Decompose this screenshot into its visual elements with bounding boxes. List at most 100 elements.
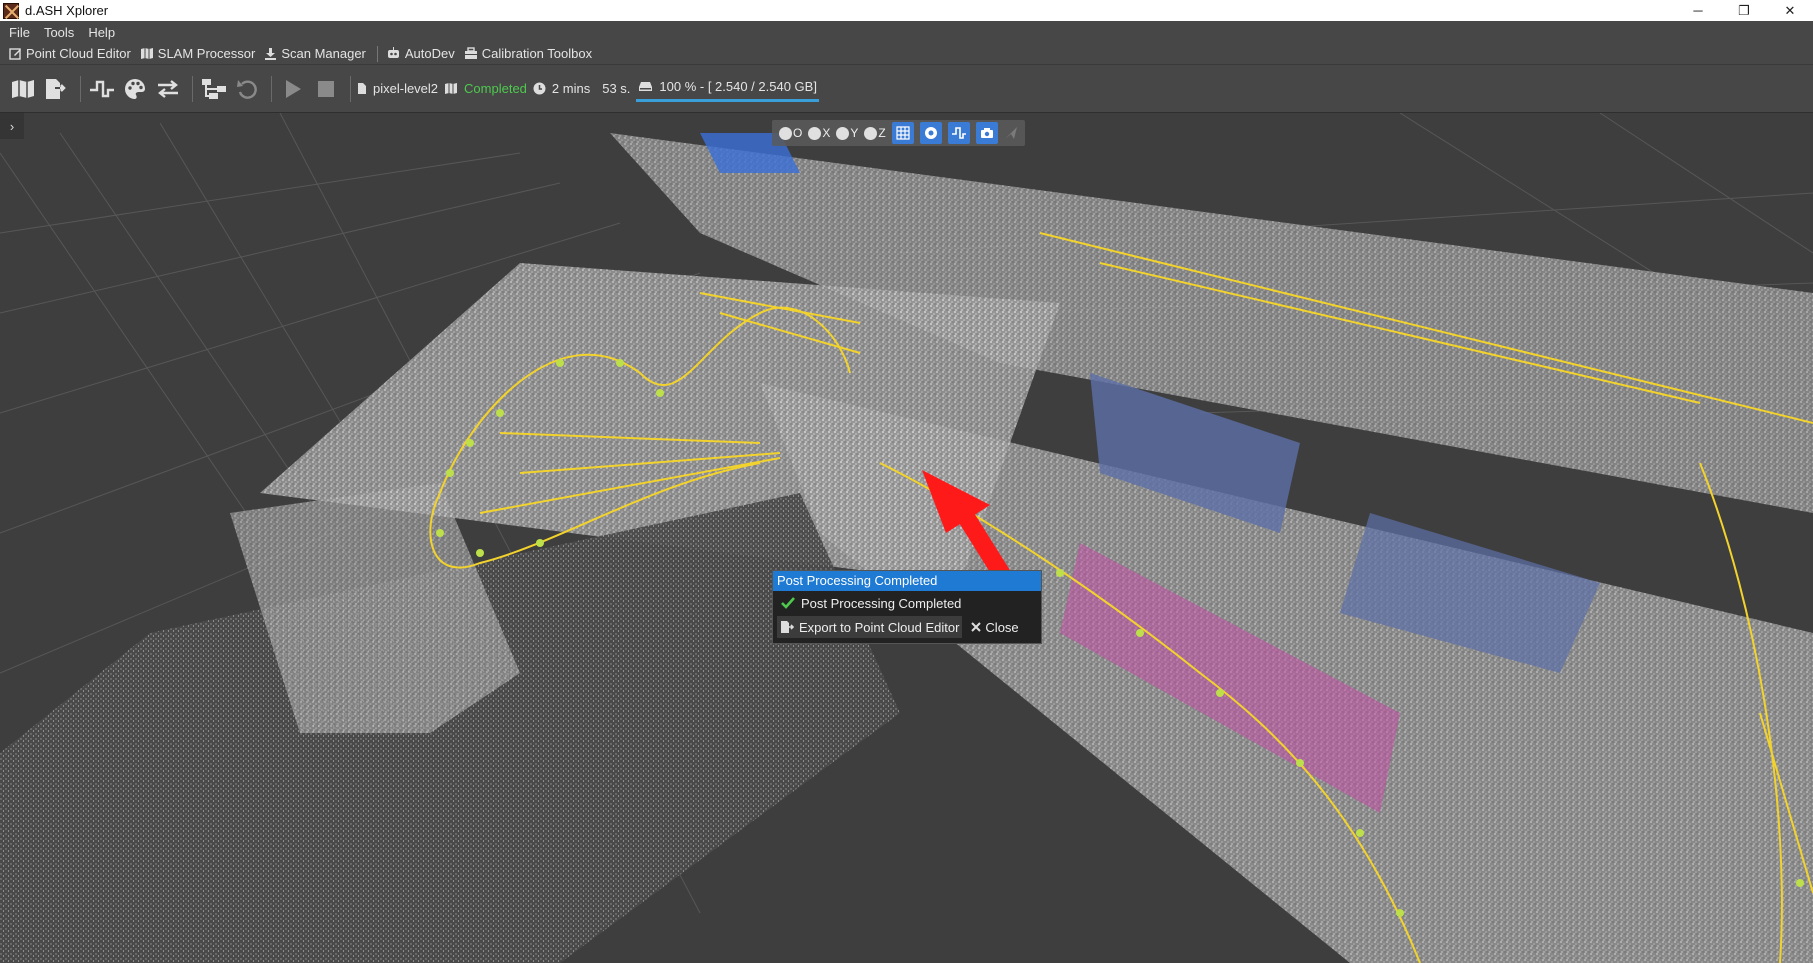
- x-axis-icon: [808, 126, 822, 140]
- hierarchy-button[interactable]: [199, 74, 229, 104]
- menu-file[interactable]: File: [9, 25, 30, 40]
- edit-icon: [9, 48, 21, 60]
- export-file-button[interactable]: [41, 74, 71, 104]
- memory-progress-fill: [636, 99, 819, 102]
- project-name-text: pixel-level2: [373, 81, 439, 96]
- 3d-viewport[interactable]: › O X Y Z Post Processing Completed Post…: [0, 113, 1813, 963]
- check-icon: [781, 597, 795, 609]
- minimize-button[interactable]: ─: [1675, 0, 1721, 21]
- restore-button[interactable]: ❐: [1721, 0, 1767, 21]
- close-window-button[interactable]: ✕: [1767, 0, 1813, 21]
- map-icon: [12, 79, 34, 98]
- camera-icon: [980, 128, 993, 138]
- toolbox-icon: [464, 47, 477, 59]
- palette-icon: [125, 78, 145, 99]
- close-button-label: Close: [985, 619, 1019, 635]
- module-separator: [376, 45, 378, 62]
- undo-button[interactable]: [232, 74, 262, 104]
- scan-manager-label: Scan Manager: [281, 46, 366, 61]
- toolbar-separator: [192, 75, 193, 102]
- target-icon: [924, 127, 937, 139]
- play-button[interactable]: [278, 74, 308, 104]
- view-x-button[interactable]: X: [808, 122, 830, 144]
- dialog-close-button[interactable]: Close: [968, 616, 1021, 638]
- window-controls: ─ ❐ ✕: [1675, 0, 1813, 21]
- dialog-title: Post Processing Completed: [773, 571, 1041, 591]
- memory-usage: 100 % - [ 2.540 / 2.540 GB]: [636, 79, 819, 102]
- send-icon: [1004, 127, 1017, 139]
- grid-toggle-button[interactable]: [891, 122, 914, 144]
- toolbar-separator: [271, 75, 272, 102]
- swap-button[interactable]: [153, 74, 183, 104]
- step-signal-icon: [951, 127, 966, 139]
- open-map-button[interactable]: [8, 74, 38, 104]
- step-signal-icon: [90, 80, 114, 97]
- measure-button[interactable]: [1004, 122, 1018, 144]
- storage-icon: [639, 82, 653, 91]
- app-logo-icon: [3, 2, 19, 19]
- play-icon: [286, 79, 301, 98]
- slam-processor-tab[interactable]: SLAM Processor: [140, 46, 256, 61]
- file-export-icon: [46, 78, 66, 99]
- view-z-label: Z: [878, 126, 886, 140]
- autodev-tab[interactable]: AutoDev: [386, 46, 455, 61]
- menu-tools[interactable]: Tools: [44, 25, 74, 40]
- status-text: Completed: [464, 81, 527, 96]
- scan-manager-tab[interactable]: Scan Manager: [264, 46, 366, 61]
- title-bar: d.ASH Xplorer ─ ❐ ✕: [0, 0, 1813, 21]
- point-toggle-button[interactable]: [919, 122, 942, 144]
- grid-icon: [896, 126, 910, 140]
- project-name: pixel-level2: [357, 81, 438, 96]
- toolbar-separator: [350, 75, 351, 102]
- slam-processor-label: SLAM Processor: [157, 46, 256, 61]
- autodev-label: AutoDev: [404, 46, 455, 61]
- view-x-label: X: [822, 126, 831, 140]
- point-cloud-editor-tab[interactable]: Point Cloud Editor: [9, 46, 131, 61]
- dialog-actions: Export to Point Cloud Editor Close: [773, 615, 1041, 639]
- side-panel-toggle[interactable]: ›: [0, 113, 24, 139]
- download-icon: [265, 48, 277, 60]
- color-palette-button[interactable]: [120, 74, 150, 104]
- dialog-message-text: Post Processing Completed: [801, 595, 962, 611]
- window-title: d.ASH Xplorer: [25, 3, 109, 18]
- point-cloud-walls: [0, 133, 1813, 963]
- menu-help[interactable]: Help: [88, 25, 115, 40]
- trajectory-toggle-button[interactable]: [947, 122, 970, 144]
- map-icon: [140, 48, 153, 59]
- menu-bar: File Tools Help: [0, 21, 1813, 43]
- close-icon: [971, 622, 982, 632]
- view-origin-button[interactable]: O: [779, 122, 802, 144]
- memory-progress-bar: [636, 99, 819, 102]
- y-axis-icon: [836, 126, 850, 140]
- robot-icon: [387, 47, 399, 58]
- stop-icon: [318, 80, 334, 97]
- export-to-point-cloud-editor-button[interactable]: Export to Point Cloud Editor: [777, 616, 963, 638]
- point-cloud-scene[interactable]: [0, 113, 1813, 963]
- view-origin-label: O: [793, 126, 803, 140]
- memory-text: 100 % - [ 2.540 / 2.540 GB]: [659, 79, 817, 94]
- globe-icon: [779, 126, 792, 140]
- sitemap-icon: [202, 78, 226, 99]
- undo-icon: [237, 79, 257, 99]
- post-processing-dialog: Post Processing Completed Post Processin…: [772, 570, 1042, 644]
- view-y-button[interactable]: Y: [836, 122, 858, 144]
- screenshot-button[interactable]: [975, 122, 998, 144]
- file-export-icon: [781, 621, 795, 633]
- stop-button[interactable]: [311, 74, 341, 104]
- module-bar: Point Cloud Editor SLAM Processor Scan M…: [0, 43, 1813, 65]
- main-toolbar: pixel-level2 Completed 2 mins 53 s. 100 …: [0, 65, 1813, 113]
- dialog-message: Post Processing Completed: [773, 591, 1041, 615]
- calibration-toolbox-tab[interactable]: Calibration Toolbox: [464, 46, 592, 61]
- calibration-toolbox-label: Calibration Toolbox: [481, 46, 593, 61]
- toolbar-separator: [80, 75, 81, 102]
- trajectory-button[interactable]: [87, 74, 117, 104]
- view-z-button[interactable]: Z: [864, 122, 886, 144]
- file-icon: [358, 83, 366, 94]
- view-y-label: Y: [850, 126, 859, 140]
- view-toolbar: O X Y Z: [772, 120, 1025, 146]
- clock-icon: [533, 82, 546, 95]
- duration-minutes: 2 mins: [551, 81, 591, 96]
- point-cloud-editor-label: Point Cloud Editor: [26, 46, 131, 61]
- swap-arrows-icon: [158, 79, 178, 98]
- export-button-label: Export to Point Cloud Editor: [799, 619, 960, 635]
